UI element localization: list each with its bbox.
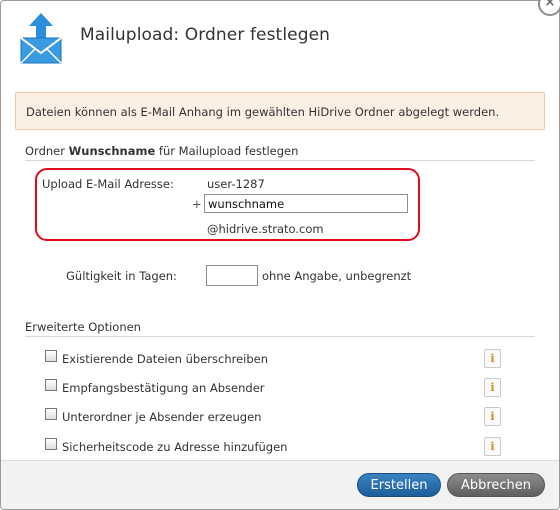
dialog-header: Mailupload: Ordner festlegen [1,1,559,76]
info-icon: i [490,440,495,453]
checkbox-security-code[interactable] [45,438,57,450]
option-label-receipt: Empfangsbestätigung an Absender [62,381,265,395]
email-label: Upload E-Mail Adresse: [42,177,174,191]
email-user: user-1287 [207,177,265,191]
section-divider [25,160,535,161]
section-title-suffix: für Mailupload festlegen [155,144,299,158]
validity-hint: ohne Angabe, unbegrenzt [262,269,412,283]
option-label-overwrite: Existierende Dateien überschreiben [62,352,269,366]
info-icon: i [490,410,495,423]
folder-name-section-title: Ordner Wunschname für Mailupload festleg… [25,144,298,158]
info-button-security-code[interactable]: i [484,437,501,456]
advanced-options-title: Erweiterte Optionen [25,320,141,334]
close-icon: × [544,0,556,10]
info-icon: i [490,381,495,394]
info-button-overwrite[interactable]: i [484,349,501,368]
checkbox-receipt[interactable] [45,379,57,391]
advanced-divider [25,336,535,337]
plus-sign: + [192,197,202,211]
checkbox-overwrite[interactable] [45,350,57,362]
validity-days-input[interactable] [206,265,258,286]
email-domain: @hidrive.strato.com [207,222,324,236]
info-button-receipt[interactable]: i [484,378,501,397]
mailupload-dialog: Mailupload: Ordner festlegen Dateien kön… [0,0,560,510]
option-label-subfolder: Unterordner je Absender erzeugen [62,410,262,424]
create-button[interactable]: Erstellen [357,473,441,497]
section-title-prefix: Ordner [25,144,69,158]
info-button-subfolder[interactable]: i [484,407,501,426]
info-notice: Dateien können als E-Mail Anhang im gewä… [15,92,545,130]
checkbox-subfolder[interactable] [45,408,57,420]
wish-name-input[interactable] [204,194,408,213]
section-title-bold: Wunschname [68,144,156,158]
mail-upload-icon [20,13,62,64]
cancel-button[interactable]: Abbrechen [447,473,545,497]
option-label-security-code: Sicherheitscode zu Adresse hinzufügen [62,440,288,454]
dialog-title: Mailupload: Ordner festlegen [80,25,331,45]
validity-label: Gültigkeit in Tagen: [66,269,177,283]
info-icon: i [490,352,495,365]
